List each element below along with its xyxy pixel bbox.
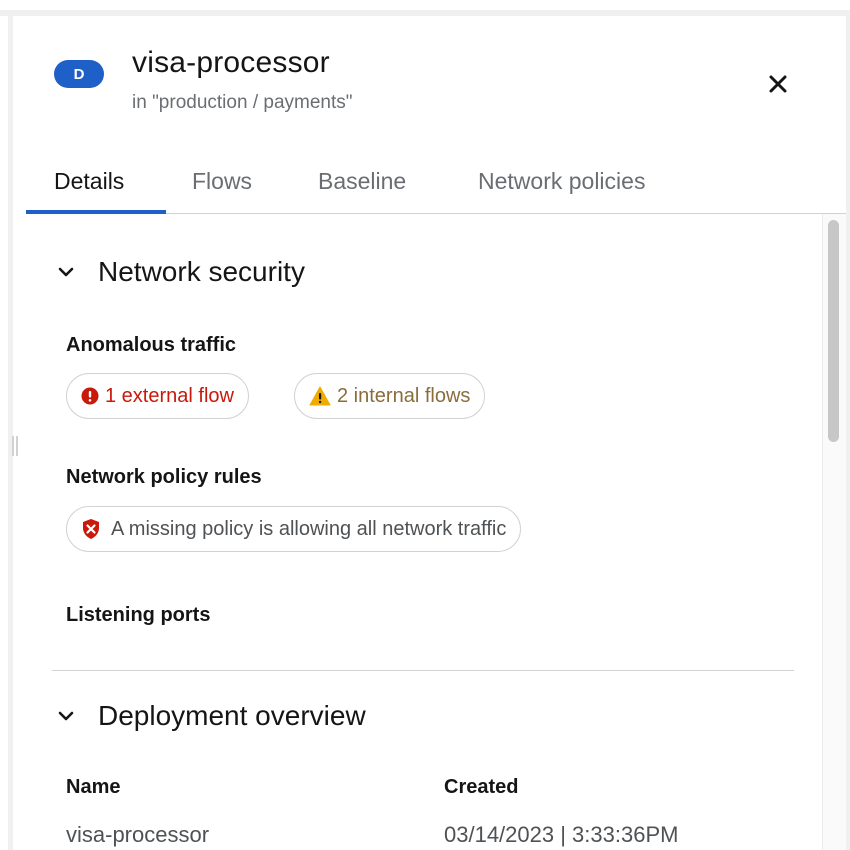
deployment-overview-toggle[interactable]: Deployment overview <box>56 698 366 734</box>
tab-network-policies[interactable]: Network policies <box>478 168 645 214</box>
internal-flows-text: 2 internal flows <box>337 384 471 407</box>
network-policy-rules-label: Network policy rules <box>66 466 262 488</box>
missing-policy-badge[interactable]: A missing policy is allowing all network… <box>66 506 522 552</box>
shield-x-icon <box>81 518 101 540</box>
namespace-subtitle: in "production / payments" <box>132 92 353 113</box>
warning-triangle-icon <box>309 386 331 406</box>
exclamation-circle-icon <box>81 387 99 405</box>
resize-handle[interactable] <box>12 436 20 456</box>
panel-right-border <box>846 10 850 850</box>
chevron-down-icon <box>56 262 76 282</box>
network-security-title: Network security <box>98 256 305 287</box>
tab-bar: Details Flows Baseline Network policies <box>26 156 846 214</box>
name-value: visa-processor <box>66 822 210 847</box>
external-flow-text: 1 external flow <box>105 384 234 407</box>
chevron-down-icon <box>56 706 76 726</box>
missing-policy-text: A missing policy is allowing all network… <box>111 517 507 540</box>
created-value: 03/14/2023 | 3:33:36PM <box>444 822 679 847</box>
close-icon <box>769 75 787 93</box>
close-button[interactable] <box>762 68 794 100</box>
anomalous-traffic-label: Anomalous traffic <box>66 334 237 356</box>
listening-ports-label: Listening ports <box>66 604 211 626</box>
panel-left-border <box>8 10 13 850</box>
page-title: visa-processor <box>132 46 330 79</box>
deployment-type-badge: D <box>54 60 104 88</box>
side-panel: D visa-processor in "production / paymen… <box>0 0 850 850</box>
created-label: Created <box>444 776 519 798</box>
external-flow-badge[interactable]: 1 external flow <box>66 373 249 419</box>
section-divider <box>52 670 794 671</box>
tab-baseline[interactable]: Baseline <box>318 168 406 214</box>
deployment-overview-title: Deployment overview <box>98 700 366 731</box>
details-content: Network security Anomalous traffic 1 ext… <box>26 214 822 850</box>
tab-flows[interactable]: Flows <box>192 168 252 214</box>
network-security-toggle[interactable]: Network security <box>56 254 305 290</box>
name-label: Name <box>66 776 121 798</box>
tab-details[interactable]: Details <box>54 168 124 214</box>
scrollbar-thumb[interactable] <box>828 220 839 442</box>
panel-header: D visa-processor in "production / paymen… <box>26 16 846 156</box>
internal-flows-badge[interactable]: 2 internal flows <box>294 373 486 419</box>
